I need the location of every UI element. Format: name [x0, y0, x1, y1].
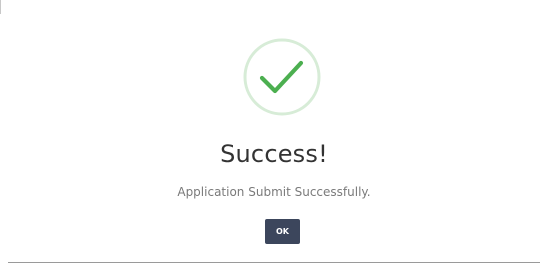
bottom-divider: [8, 262, 540, 263]
top-edge-divider: [0, 0, 1, 14]
check-circle-icon: [243, 38, 321, 116]
dialog-title: Success!: [220, 140, 328, 168]
success-check-icon: [242, 37, 322, 117]
success-dialog: Success! Application Submit Successfully…: [0, 0, 548, 273]
ok-button[interactable]: OK: [265, 219, 300, 244]
dialog-message: Application Submit Successfully.: [177, 185, 371, 199]
